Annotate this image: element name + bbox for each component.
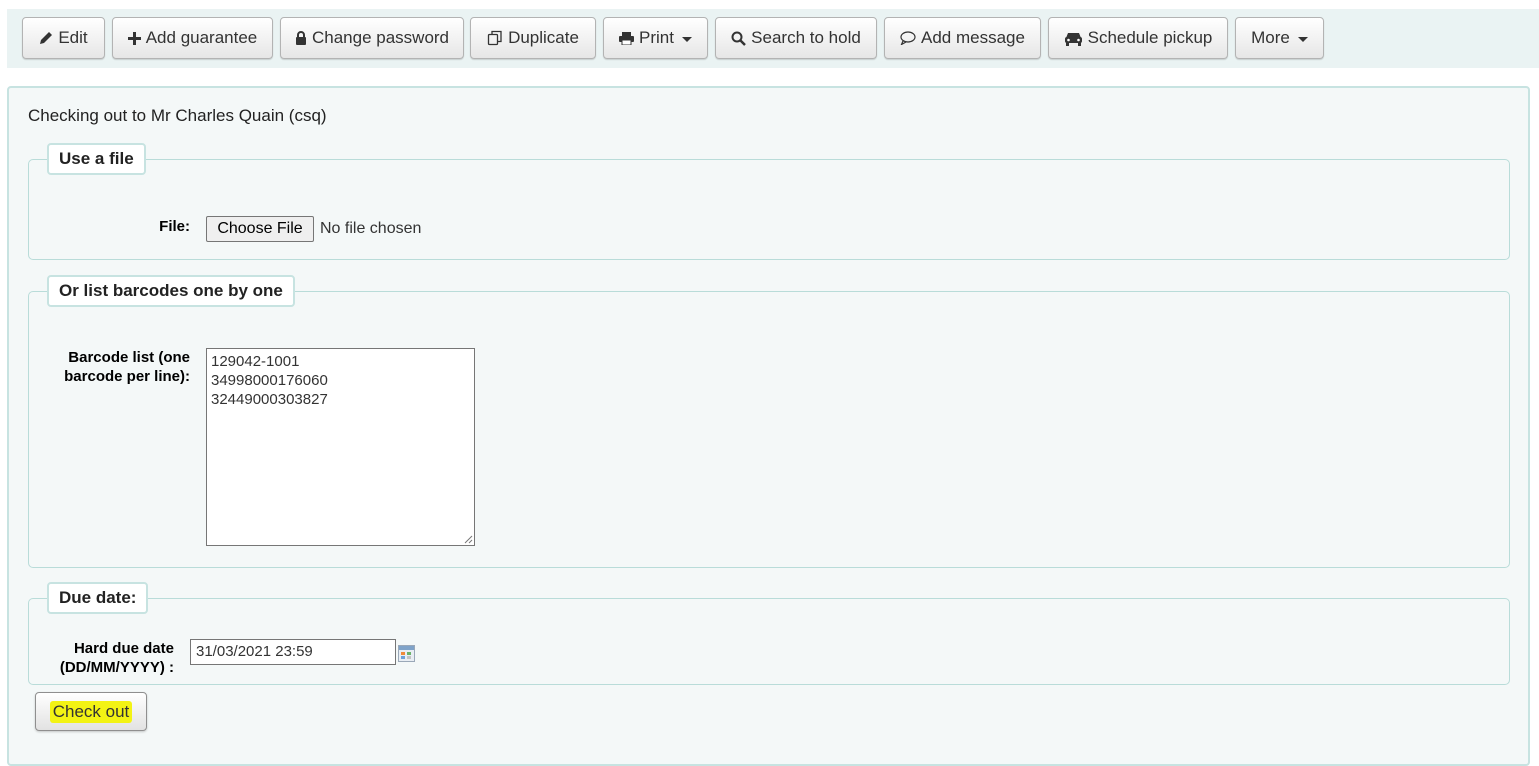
pencil-icon bbox=[40, 32, 53, 44]
hard-due-date-label: Hard due date (DD/MM/YYYY) : bbox=[20, 639, 174, 677]
barcode-list-textarea[interactable]: 129042-1001 34998000176060 3244900030382… bbox=[206, 348, 475, 546]
edit-button[interactable]: Edit bbox=[22, 17, 105, 59]
resize-handle-icon[interactable] bbox=[463, 534, 473, 544]
change-password-label: Change password bbox=[311, 28, 450, 47]
car-icon bbox=[1064, 32, 1082, 46]
barcode-line: 32449000303827 bbox=[211, 391, 328, 408]
choose-file-button[interactable]: Choose File bbox=[206, 216, 314, 242]
barcode-line: 129042-1001 bbox=[211, 353, 300, 370]
comment-icon bbox=[900, 31, 916, 45]
file-legend: Use a file bbox=[47, 143, 146, 175]
calendar-icon[interactable] bbox=[398, 645, 415, 662]
add-message-label: Add message bbox=[921, 28, 1025, 47]
change-password-button[interactable]: Change password bbox=[280, 17, 464, 59]
lock-icon bbox=[295, 31, 306, 45]
search-to-hold-label: Search to hold bbox=[751, 28, 861, 47]
barcode-label-line1: Barcode list (one bbox=[68, 349, 190, 366]
caret-down-icon bbox=[681, 36, 692, 42]
barcode-line: 34998000176060 bbox=[211, 372, 328, 389]
duplicate-label: Duplicate bbox=[508, 28, 579, 47]
schedule-pickup-button[interactable]: Schedule pickup bbox=[1048, 17, 1228, 59]
check-out-label: Check out bbox=[49, 700, 133, 723]
duplicate-button[interactable]: Duplicate bbox=[470, 17, 596, 59]
barcode-label-line2: barcode per line): bbox=[64, 368, 190, 385]
add-guarantee-button[interactable]: Add guarantee bbox=[112, 17, 273, 59]
add-guarantee-label: Add guarantee bbox=[145, 28, 258, 47]
search-to-hold-button[interactable]: Search to hold bbox=[715, 17, 877, 59]
printer-icon bbox=[619, 31, 635, 45]
more-label: More bbox=[1251, 28, 1290, 47]
file-status-text: No file chosen bbox=[320, 220, 422, 237]
plus-icon bbox=[127, 31, 141, 45]
due-label-line1: Hard due date bbox=[73, 640, 174, 657]
more-dropdown-button[interactable]: More bbox=[1235, 17, 1324, 59]
copy-icon bbox=[487, 30, 502, 46]
file-fieldset bbox=[28, 159, 1510, 260]
check-out-button[interactable]: Check out bbox=[35, 692, 147, 731]
patron-toolbar: Edit Add guarantee Change password Dupli… bbox=[7, 9, 1539, 68]
schedule-pickup-label: Schedule pickup bbox=[1087, 28, 1213, 47]
barcode-legend: Or list barcodes one by one bbox=[47, 275, 295, 307]
print-dropdown-button[interactable]: Print bbox=[603, 17, 708, 59]
caret-down-icon bbox=[1297, 36, 1308, 42]
file-label: File: bbox=[159, 218, 190, 235]
due-date-legend: Due date: bbox=[47, 582, 149, 614]
page-title: Checking out to Mr Charles Quain (csq) bbox=[28, 106, 327, 125]
edit-label: Edit bbox=[58, 28, 88, 47]
barcode-list-label: Barcode list (one barcode per line): bbox=[30, 348, 190, 386]
due-label-line2: (DD/MM/YYYY) : bbox=[59, 659, 174, 676]
add-message-button[interactable]: Add message bbox=[884, 17, 1041, 59]
search-icon bbox=[731, 31, 747, 46]
print-label: Print bbox=[639, 28, 674, 47]
hard-due-date-input[interactable]: 31/03/2021 23:59 bbox=[190, 639, 396, 665]
